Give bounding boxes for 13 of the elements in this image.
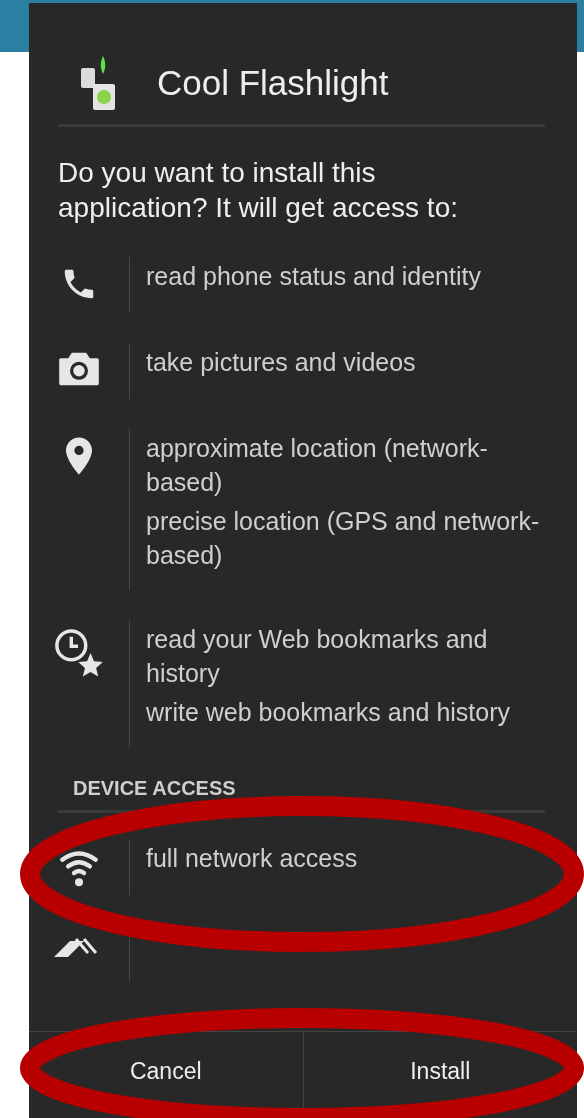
permission-text: approximate location (network-based) <box>146 433 489 498</box>
permission-text: read phone status and identity <box>146 261 482 292</box>
permission-text: full network access <box>146 843 359 874</box>
section-heading: DEVICE ACCESS <box>58 777 545 813</box>
location-pin-icon <box>66 437 92 475</box>
install-prompt: Do you want to install this application? It will get access to: <box>57 156 459 225</box>
permission-text: take pictures and videos <box>146 347 417 378</box>
camera-icon <box>57 351 101 387</box>
permission-text: precise location (GPS and network-based) <box>146 506 541 571</box>
cancel-button[interactable]: Cancel <box>29 1032 304 1118</box>
install-button[interactable]: Install <box>303 1032 577 1118</box>
app-title: Cool Flashlight <box>157 62 389 103</box>
permission-text: write web bookmarks and history <box>146 697 512 728</box>
